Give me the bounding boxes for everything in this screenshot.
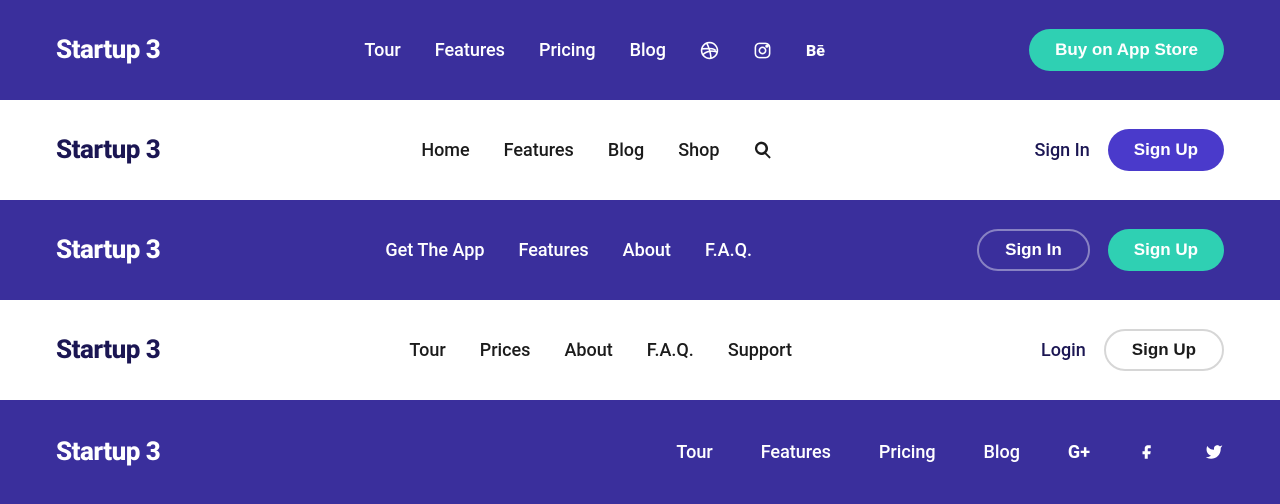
- nav-actions: Sign In Sign Up: [977, 229, 1224, 271]
- navbar-variant-1: Startup 3 Tour Features Pricing Blog Bē …: [0, 0, 1280, 100]
- nav-link-features[interactable]: Features: [504, 140, 574, 161]
- sign-up-button[interactable]: Sign Up: [1108, 129, 1224, 171]
- nav-link-tour[interactable]: Tour: [676, 442, 712, 463]
- nav-link-support[interactable]: Support: [728, 340, 792, 361]
- navbar-variant-3: Startup 3 Get The App Features About F.A…: [0, 200, 1280, 300]
- google-plus-icon[interactable]: G+: [1068, 442, 1090, 463]
- brand-logo[interactable]: Startup 3: [56, 135, 160, 165]
- instagram-icon[interactable]: [753, 41, 772, 60]
- sign-up-button[interactable]: Sign Up: [1104, 329, 1224, 371]
- nav-links: Tour Features Pricing Blog Bē: [160, 40, 1029, 61]
- sign-in-button[interactable]: Sign In: [977, 229, 1090, 271]
- facebook-icon[interactable]: [1138, 443, 1156, 461]
- nav-link-about[interactable]: About: [564, 340, 612, 361]
- nav-link-blog[interactable]: Blog: [608, 140, 644, 161]
- nav-link-get-the-app[interactable]: Get The App: [385, 240, 484, 261]
- dribbble-icon[interactable]: [700, 41, 719, 60]
- nav-links: Home Features Blog Shop: [160, 140, 1034, 161]
- twitter-icon[interactable]: [1204, 443, 1224, 461]
- nav-links: Tour Prices About F.A.Q. Support: [160, 340, 1041, 361]
- sign-up-button[interactable]: Sign Up: [1108, 229, 1224, 271]
- nav-links: Tour Features Pricing Blog G+: [160, 442, 1224, 463]
- nav-link-blog[interactable]: Blog: [984, 442, 1020, 463]
- nav-actions: Login Sign Up: [1041, 329, 1224, 371]
- navbar-variant-5: Startup 3 Tour Features Pricing Blog G+: [0, 400, 1280, 504]
- nav-actions: Sign In Sign Up: [1034, 129, 1224, 171]
- behance-icon[interactable]: Bē: [806, 41, 825, 60]
- nav-link-features[interactable]: Features: [518, 240, 588, 261]
- nav-link-faq[interactable]: F.A.Q.: [647, 340, 694, 361]
- nav-link-blog[interactable]: Blog: [630, 40, 666, 61]
- login-link[interactable]: Login: [1041, 340, 1086, 361]
- nav-link-prices[interactable]: Prices: [480, 340, 531, 361]
- sign-in-link[interactable]: Sign In: [1034, 140, 1089, 161]
- navbar-variant-2: Startup 3 Home Features Blog Shop Sign I…: [0, 100, 1280, 200]
- search-icon[interactable]: [753, 140, 773, 160]
- brand-logo[interactable]: Startup 3: [56, 35, 160, 65]
- nav-links: Get The App Features About F.A.Q.: [160, 240, 977, 261]
- nav-link-faq[interactable]: F.A.Q.: [705, 240, 752, 261]
- buy-app-store-button[interactable]: Buy on App Store: [1029, 29, 1224, 71]
- nav-link-features[interactable]: Features: [761, 442, 831, 463]
- nav-actions: Buy on App Store: [1029, 29, 1224, 71]
- nav-link-features[interactable]: Features: [435, 40, 505, 61]
- brand-logo[interactable]: Startup 3: [56, 437, 160, 467]
- navbar-variant-4: Startup 3 Tour Prices About F.A.Q. Suppo…: [0, 300, 1280, 400]
- nav-link-pricing[interactable]: Pricing: [879, 442, 936, 463]
- nav-link-tour[interactable]: Tour: [409, 340, 445, 361]
- nav-link-pricing[interactable]: Pricing: [539, 40, 596, 61]
- brand-logo[interactable]: Startup 3: [56, 235, 160, 265]
- brand-logo[interactable]: Startup 3: [56, 335, 160, 365]
- nav-link-about[interactable]: About: [623, 240, 671, 261]
- nav-link-shop[interactable]: Shop: [678, 140, 719, 161]
- nav-link-home[interactable]: Home: [421, 140, 469, 161]
- nav-link-tour[interactable]: Tour: [364, 40, 400, 61]
